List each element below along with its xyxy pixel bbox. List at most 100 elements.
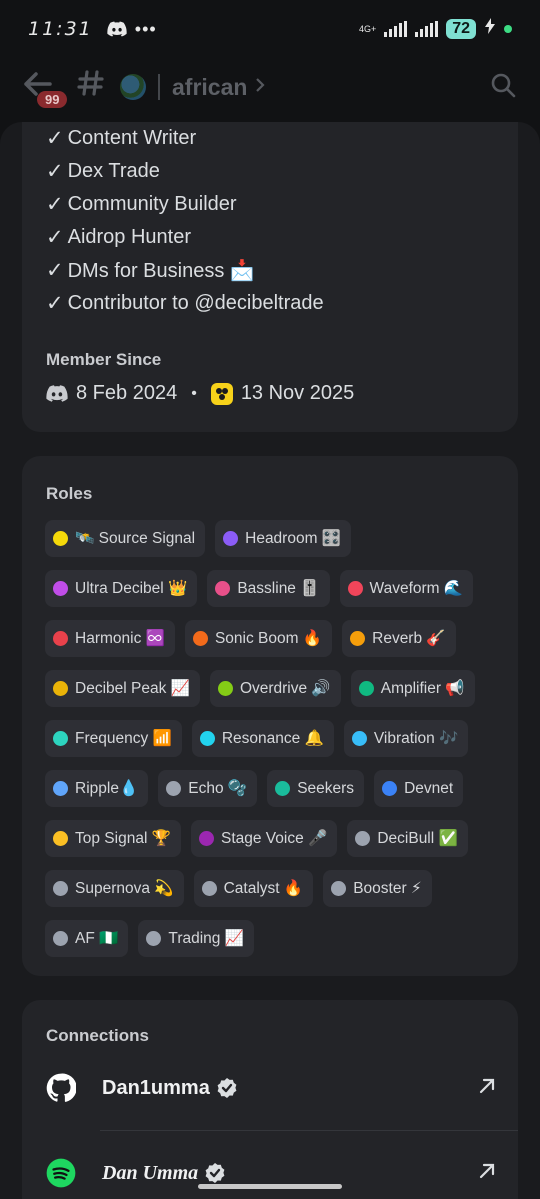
- role-label: Stage Voice 🎤: [221, 830, 328, 847]
- discord-icon: [46, 385, 68, 402]
- role-pill[interactable]: 🛰️ Source Signal: [45, 520, 206, 557]
- bio-line: ✓ Content Writer: [46, 127, 197, 150]
- role-label: Devnet: [404, 779, 454, 797]
- more-notifications-icon: •••: [134, 18, 157, 39]
- server-icon: [210, 382, 233, 405]
- role-color-dot: [223, 531, 239, 546]
- role-color-dot: [53, 581, 68, 596]
- external-link-icon[interactable]: [478, 1162, 496, 1185]
- connection-name: Dan Umma: [102, 1161, 199, 1184]
- role-color-dot: [355, 831, 371, 846]
- battery-level: 72: [446, 19, 476, 39]
- role-label: DeciBull ✅: [377, 830, 458, 847]
- role-label: Ultra Decibel 👑: [75, 580, 188, 597]
- signal-icon-2: [415, 21, 439, 37]
- server-join-date: 13 Nov 2025: [240, 382, 355, 404]
- role-color-dot: [53, 681, 68, 696]
- role-color-dot: [217, 681, 233, 696]
- roles-title: Roles: [46, 484, 93, 503]
- verified-icon: [204, 1162, 226, 1184]
- external-link-icon[interactable]: [478, 1077, 496, 1100]
- status-bar: 11:31 ••• 4G+ 72: [0, 0, 540, 58]
- discord-notification-icon: [107, 21, 127, 37]
- about-card: ✓ Content Writer ✓ Dex Trade ✓ Community Bu…: [22, 122, 518, 432]
- member-since-title: Member Since: [46, 350, 162, 369]
- bio-line: ✓ DMs for Business 📩: [46, 259, 255, 282]
- role-pill[interactable]: Resonance 🔔: [191, 720, 334, 757]
- role-pill[interactable]: Supernova 💫: [45, 870, 184, 907]
- role-pill[interactable]: Echo 🫧: [158, 770, 258, 807]
- role-pill[interactable]: Ultra Decibel 👑: [45, 570, 198, 607]
- role-pill[interactable]: AF 🇳🇬: [45, 920, 129, 957]
- role-pill[interactable]: Amplifier 📢: [350, 670, 475, 707]
- role-pill[interactable]: Vibration 🎶: [343, 720, 469, 757]
- role-color-dot: [199, 731, 215, 746]
- network-type: 4G+: [358, 23, 377, 34]
- spotify-icon: [46, 1158, 76, 1188]
- status-time: 11:31: [28, 18, 93, 40]
- role-color-dot: [53, 831, 68, 846]
- role-color-dot: [53, 631, 68, 646]
- role-label: Ripple💧: [75, 780, 139, 797]
- role-color-dot: [351, 731, 367, 746]
- role-color-dot: [358, 681, 374, 696]
- role-pill[interactable]: Seekers: [267, 770, 365, 807]
- role-label: Harmonic ♾️: [75, 630, 165, 647]
- channel-header: african: [0, 62, 540, 112]
- role-label: Echo 🫧: [188, 780, 248, 797]
- globe-icon: [120, 74, 146, 100]
- role-pill[interactable]: Catalyst 🔥: [193, 870, 314, 907]
- role-color-dot: [53, 931, 68, 946]
- role-color-dot: [53, 881, 68, 896]
- profile-sheet[interactable]: ✓ Content Writer ✓ Dex Trade ✓ Community Bu…: [0, 122, 540, 1199]
- connection-github[interactable]: Dan1umma: [46, 1068, 496, 1108]
- role-pill[interactable]: Devnet: [374, 770, 464, 807]
- check-icon: ✓: [46, 226, 64, 249]
- role-pill[interactable]: Ripple💧: [45, 770, 149, 807]
- role-pill[interactable]: Overdrive 🔊: [209, 670, 341, 707]
- role-label: Supernova 💫: [75, 880, 174, 897]
- role-label: AF 🇳🇬: [75, 930, 119, 947]
- role-color-dot: [53, 531, 68, 546]
- member-since-row: 8 Feb 2024 • 13 Nov 2025: [46, 382, 354, 405]
- role-pill[interactable]: Stage Voice 🎤: [191, 820, 338, 857]
- role-color-dot: [350, 631, 366, 646]
- role-pill[interactable]: Booster ⚡: [323, 870, 432, 907]
- channel-hash-icon: [76, 68, 106, 106]
- role-label: Waveform 🌊: [369, 580, 464, 597]
- role-color-dot: [331, 881, 347, 896]
- role-label: Bassline 🎚️: [237, 580, 320, 597]
- role-pill[interactable]: Headroom 🎛️: [215, 520, 352, 557]
- check-icon: ✓: [46, 292, 64, 315]
- role-pill[interactable]: Reverb 🎸: [342, 620, 456, 657]
- role-pill[interactable]: Trading 📈: [138, 920, 255, 957]
- role-label: Headroom 🎛️: [245, 530, 342, 547]
- role-pill[interactable]: Sonic Boom 🔥: [184, 620, 333, 657]
- roles-card: Roles 🛰️ Source Signal Headroom 🎛️ Ultra D…: [22, 456, 518, 976]
- search-icon[interactable]: [490, 72, 516, 103]
- role-pill[interactable]: Frequency 📶: [45, 720, 182, 757]
- gesture-bar[interactable]: [198, 1184, 342, 1189]
- chevron-right-icon: [255, 76, 265, 99]
- role-label: Overdrive 🔊: [239, 680, 331, 697]
- check-icon: ✓: [46, 160, 64, 183]
- charging-icon: [484, 18, 496, 40]
- role-pill[interactable]: DeciBull ✅: [347, 820, 468, 857]
- role-pill[interactable]: Top Signal 🏆: [45, 820, 181, 857]
- discord-join-date: 8 Feb 2024: [76, 382, 178, 404]
- role-label: Vibration 🎶: [373, 730, 459, 747]
- role-pill[interactable]: Harmonic ♾️: [45, 620, 175, 657]
- role-pill[interactable]: Bassline 🎚️: [207, 570, 330, 607]
- role-pill[interactable]: Decibel Peak 📈: [45, 670, 200, 707]
- role-label: Sonic Boom 🔥: [214, 630, 323, 647]
- role-pill[interactable]: Waveform 🌊: [339, 570, 474, 607]
- role-color-dot: [53, 731, 68, 746]
- connection-name: Dan1umma: [102, 1076, 210, 1099]
- role-color-dot: [53, 781, 68, 796]
- role-label: 🛰️ Source Signal: [75, 530, 196, 547]
- channel-title[interactable]: african: [172, 74, 247, 101]
- bio-line: ✓ Dex Trade: [46, 160, 160, 183]
- role-label: Top Signal 🏆: [75, 830, 171, 847]
- check-icon: ✓: [46, 193, 64, 216]
- roles-list: 🛰️ Source Signal Headroom 🎛️ Ultra Decibel…: [45, 520, 505, 957]
